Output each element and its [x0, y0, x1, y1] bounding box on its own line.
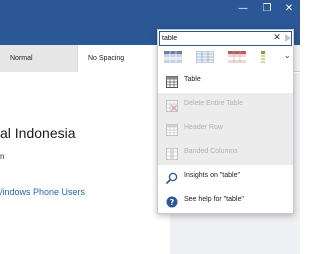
- table-icon: [166, 75, 178, 88]
- clear-search-icon[interactable]: ✕: [272, 32, 282, 45]
- close-window-button[interactable]: ✕: [278, 0, 300, 18]
- table-style-3-icon[interactable]: [228, 51, 246, 64]
- menu-item-delete-table: Delete Entire Table: [158, 93, 293, 117]
- delete-table-icon: [166, 99, 178, 112]
- document-hyperlink[interactable]: /indows Phone Users: [0, 187, 85, 197]
- minimize-button[interactable]: —: [232, 0, 254, 18]
- title-bar: — ❐ ✕: [0, 0, 300, 18]
- menu-item-label: Delete Entire Table: [184, 100, 244, 107]
- menu-item-label: Table: [184, 76, 201, 83]
- menu-item-label: See help for "table": [184, 196, 244, 203]
- search-results-menu: Table Delete Entire Table Header Row Ban…: [158, 69, 293, 213]
- header-row-icon: [166, 123, 178, 136]
- menu-item-insights[interactable]: Insights on "table": [158, 165, 293, 189]
- insights-icon: [166, 171, 178, 184]
- document-canvas[interactable]: al Indonesia n /indows Phone Users: [0, 73, 170, 254]
- menu-item-table[interactable]: Table: [158, 69, 293, 93]
- menu-item-label: Header Row: [184, 124, 223, 131]
- help-icon: ?: [166, 195, 178, 208]
- menu-item-label: Banded Columns: [184, 148, 238, 155]
- table-style-1-icon[interactable]: [164, 51, 182, 64]
- style-no-spacing[interactable]: No Spacing: [78, 45, 158, 72]
- menu-item-banded-columns: Banded Columns: [158, 141, 293, 165]
- banded-columns-icon: [166, 147, 178, 160]
- search-input[interactable]: [162, 33, 270, 44]
- search-go-icon[interactable]: [283, 33, 292, 44]
- tell-me-popup: ✕: [157, 29, 294, 214]
- table-style-2-icon[interactable]: [196, 51, 214, 64]
- table-style-gallery: ⌄: [164, 51, 294, 65]
- document-heading: al Indonesia: [0, 125, 76, 141]
- menu-item-help[interactable]: ? See help for "table": [158, 189, 293, 213]
- menu-item-header-row: Header Row: [158, 117, 293, 141]
- restore-button[interactable]: ❐: [256, 0, 278, 18]
- svg-text:?: ?: [170, 198, 175, 207]
- document-text: n: [0, 152, 5, 161]
- menu-item-label: Insights on "table": [184, 172, 240, 179]
- table-style-4-icon[interactable]: [260, 51, 278, 64]
- gallery-more-icon[interactable]: ⌄: [284, 51, 291, 60]
- style-normal[interactable]: Normal: [0, 45, 78, 72]
- search-box: ✕: [159, 31, 292, 46]
